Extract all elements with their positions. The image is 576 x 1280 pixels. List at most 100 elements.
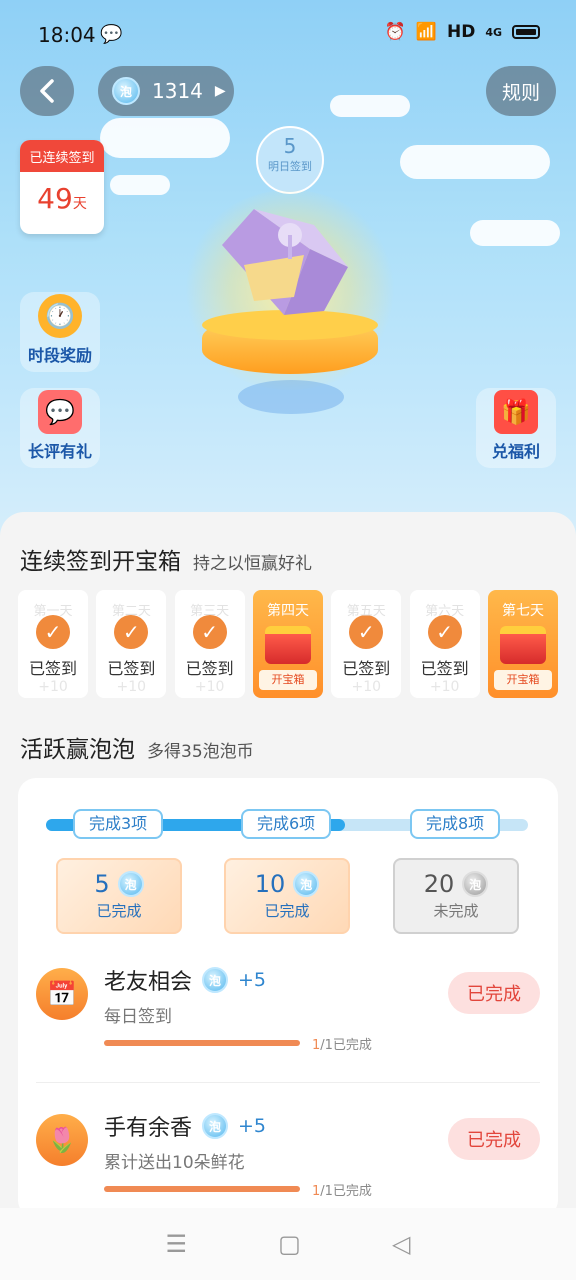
cloud <box>470 220 560 246</box>
day-label: 第二天 <box>111 604 151 619</box>
streak-label: 已连续签到 <box>20 140 104 172</box>
day-state: 已签到 <box>342 659 391 678</box>
day-label: 第六天 <box>425 604 465 619</box>
cloud <box>100 118 230 158</box>
task-progress-text: 1/1已完成 <box>312 1180 372 1199</box>
streak-unit: 天 <box>72 196 87 212</box>
day-points: +10 <box>429 679 460 695</box>
wifi-icon: 📶 <box>415 22 437 42</box>
checkin-title: 连续签到开宝箱 <box>20 549 181 575</box>
back-triangle-icon[interactable]: ◁ <box>392 1230 410 1258</box>
redeem-label: 兑福利 <box>491 442 540 461</box>
timed-reward-button[interactable]: 🕐 时段奖励 <box>20 292 100 372</box>
milestone-8: 完成8项 <box>410 809 501 839</box>
checkmark-icon: ✓ <box>349 615 384 649</box>
checkin-day-4-chest[interactable]: 第四天 开宝箱 <box>252 590 323 698</box>
checkin-day-6: 第六天 ✓ 已签到 +10 <box>409 590 480 698</box>
tomorrow-days: 5 <box>283 134 297 158</box>
reward-status: 已完成 <box>96 902 142 920</box>
checkin-day-5: 第五天 ✓ 已签到 +10 <box>331 590 402 698</box>
checkmark-icon: ✓ <box>427 615 462 649</box>
open-chest-tag: 开宝箱 <box>493 670 552 690</box>
task-completed-button[interactable]: 已完成 <box>448 972 540 1014</box>
reward-amount: 10 <box>254 870 286 898</box>
gift-icon: 🎁 <box>494 390 538 434</box>
checkin-section-header: 连续签到开宝箱 持之以恒赢好礼 <box>20 542 312 576</box>
review-gift-button[interactable]: 💬 长评有礼 <box>20 388 100 468</box>
chevron-left-icon <box>40 79 54 103</box>
task-progress-bar <box>104 1186 300 1192</box>
treasure-chest-icon <box>264 626 311 664</box>
coin-icon: 泡 <box>112 77 140 105</box>
reward-amount: 20 <box>423 870 455 898</box>
cloud <box>330 95 410 117</box>
cloud <box>110 175 170 195</box>
play-arrow-icon: ▶ <box>214 83 226 99</box>
reward-tier-2[interactable]: 10 泡 已完成 <box>224 858 350 934</box>
checkmark-icon: ✓ <box>114 615 149 649</box>
coin-icon: 泡 <box>117 871 144 897</box>
task-description: 每日签到 <box>104 1007 172 1027</box>
day-state: 已签到 <box>28 659 77 678</box>
task-progress-rest: /1已完成 <box>320 1038 372 1053</box>
milestone-6: 完成6项 <box>241 809 332 839</box>
checkin-day-2: 第二天 ✓ 已签到 +10 <box>96 590 167 698</box>
clock-icon: 🕐 <box>38 294 82 338</box>
task-bonus: +5 <box>238 1115 267 1137</box>
reward-amount: 5 <box>94 870 110 898</box>
task-progress-rest: /1已完成 <box>320 1184 372 1199</box>
redeem-button[interactable]: 🎁 兑福利 <box>476 388 556 468</box>
task-completed-button[interactable]: 已完成 <box>448 1118 540 1160</box>
day-points: +10 <box>194 679 225 695</box>
reward-tier-3[interactable]: 20 泡 未完成 <box>393 858 519 934</box>
task-description: 累计送出10朵鲜花 <box>104 1153 245 1173</box>
checkmark-icon: ✓ <box>36 615 70 649</box>
task-name-row: 手有余香 泡 +5 <box>104 1110 266 1142</box>
streak-calendar: 已连续签到 49天 <box>20 140 104 234</box>
day-points: +10 <box>351 679 382 695</box>
tomorrow-label: 明日签到 <box>268 160 312 173</box>
checkin-day-7-chest[interactable]: 第七天 开宝箱 <box>487 590 558 698</box>
tomorrow-checkin-badge: 5 明日签到 <box>256 126 324 194</box>
milestone-3: 完成3项 <box>73 809 164 839</box>
checkin-days: 第一天 ✓ 已签到 +10 第二天 ✓ 已签到 +10 第三天 ✓ 已签到 +1… <box>18 590 558 698</box>
day-points: +10 <box>38 679 68 695</box>
menu-icon[interactable]: ☰ <box>166 1230 188 1258</box>
activity-section-header: 活跃赢泡泡 多得35泡泡币 <box>20 730 254 764</box>
flower-icon: 🌷 <box>36 1114 88 1166</box>
home-icon[interactable]: ▢ <box>278 1230 301 1258</box>
checkin-day-1: 第一天 ✓ 已签到 +10 <box>18 590 88 698</box>
pedestal-shadow <box>238 380 344 414</box>
day-label: 第三天 <box>190 604 230 619</box>
activity-subtitle: 多得35泡泡币 <box>147 742 254 762</box>
coin-balance: 1314 <box>152 79 203 103</box>
chat-bubble-icon: 💬 <box>38 390 82 434</box>
back-button[interactable] <box>20 66 74 116</box>
battery-icon <box>512 25 540 39</box>
cloud <box>400 145 550 179</box>
system-nav-bar: ☰ ▢ ◁ <box>0 1208 576 1280</box>
reward-status: 已完成 <box>264 902 310 920</box>
calendar-icon: 📅 <box>36 968 88 1020</box>
network-label: HD <box>446 22 476 42</box>
rule-button[interactable]: 规则 <box>486 66 556 116</box>
checkin-day-3: 第三天 ✓ 已签到 +10 <box>174 590 245 698</box>
timed-reward-label: 时段奖励 <box>27 346 92 365</box>
signal-label: 4G <box>485 25 502 39</box>
wechat-icon: 💬 <box>100 24 123 45</box>
open-book-illustration <box>222 209 348 315</box>
coin-balance-pill[interactable]: 泡 1314 ▶ <box>98 66 234 116</box>
reward-status: 未完成 <box>433 902 479 920</box>
activity-card: 完成3项 完成6项 完成8项 5泡 已完成 10 泡 已完成 20 泡 未完成 📅 … <box>18 778 558 1218</box>
reward-tier-1[interactable]: 5泡 已完成 <box>56 858 182 934</box>
coin-icon: 泡 <box>293 871 320 897</box>
task-name: 手有余香 <box>104 1116 193 1141</box>
streak-days: 49 <box>37 182 73 215</box>
day-label: 第七天 <box>501 603 544 619</box>
task-bonus: +5 <box>238 969 267 991</box>
coin-icon: 泡 <box>202 1113 229 1139</box>
open-chest-tag: 开宝箱 <box>258 670 317 690</box>
day-state: 已签到 <box>107 659 156 678</box>
task-progress-bar <box>104 1040 300 1046</box>
task-item: 📅 老友相会 泡 +5 每日签到 1/1已完成 已完成 <box>36 962 540 1082</box>
